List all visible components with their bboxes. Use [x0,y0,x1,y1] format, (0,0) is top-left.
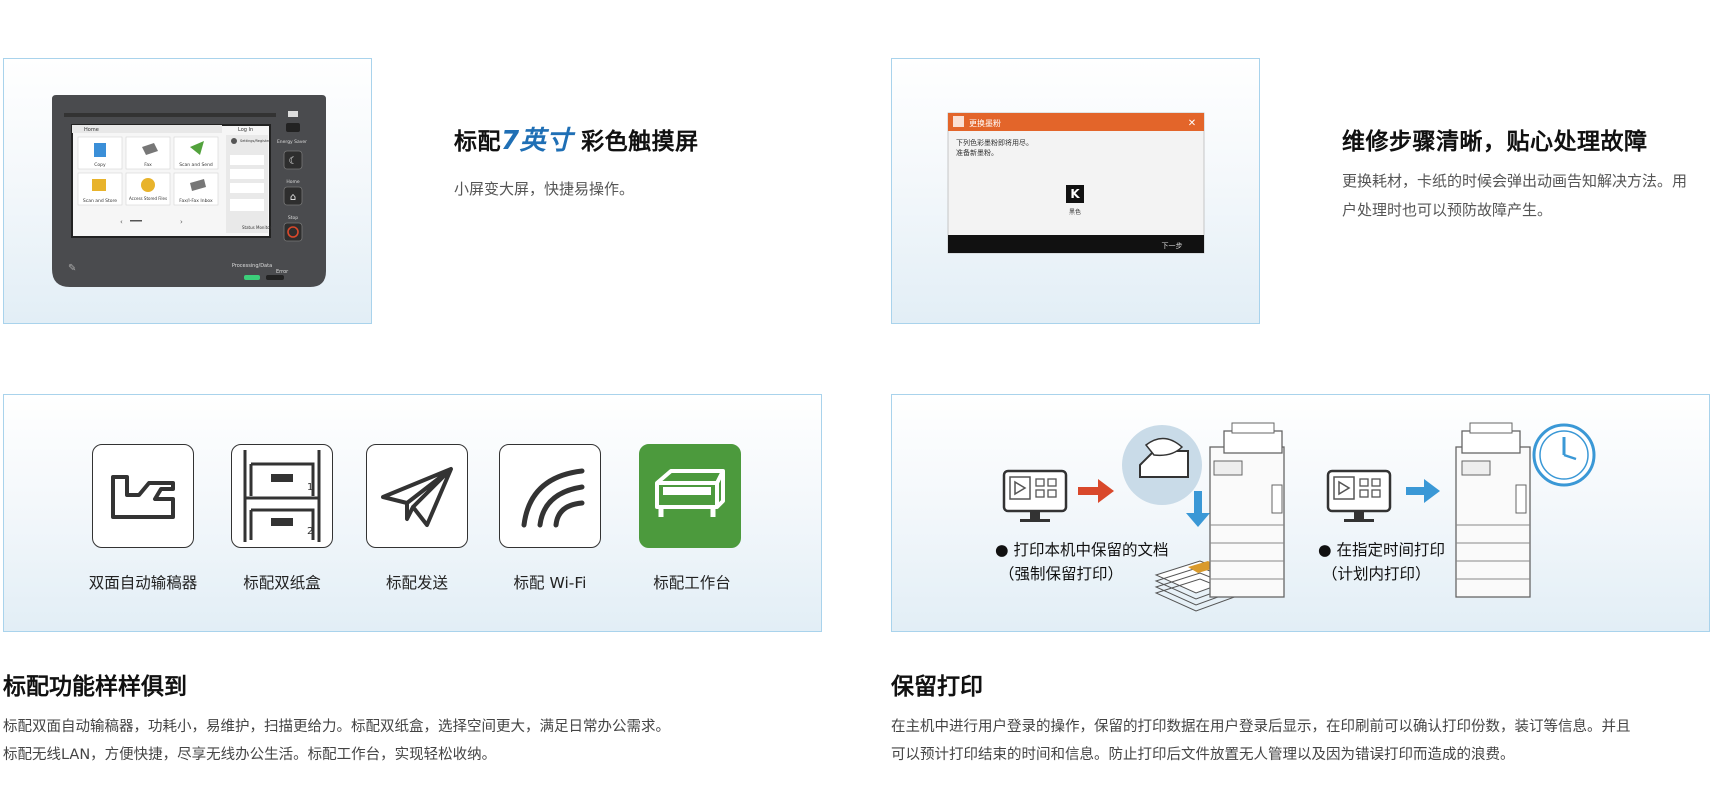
svg-text:1: 1 [307,482,313,493]
svg-text:Copy: Copy [94,162,106,168]
dialog-close-icon[interactable]: ✕ [1188,118,1196,129]
standard-features-title: 标配功能样样俱到 [3,674,187,700]
svg-text:准备新墨粉。: 准备新墨粉。 [956,148,998,157]
touchscreen-card: Home Log In Copy Fax Scan and Send Scan … [3,58,372,324]
svg-text:Stop: Stop [288,215,298,221]
clock-icon [1532,423,1596,487]
stored-files-icon [141,178,155,192]
warning-icon [953,116,964,127]
document-feeder-tile [92,444,194,548]
screen-prev-arrow: ‹ [120,218,123,226]
standard-features-description: 标配双面自动输稿器，功耗小，易维护，扫描更给力。标配双纸盒，选择空间更大，满足日… [3,719,670,763]
feature-label-cabinet: 标配工作台 [653,574,731,592]
svg-text:下列色彩墨粉即将用尽。: 下列色彩墨粉即将用尽。 [956,138,1033,147]
document-feeder-icon [111,475,175,519]
svg-text:Energy Saver: Energy Saver [277,139,307,145]
cabinet-tile [639,444,741,548]
svg-text:K: K [1070,187,1080,201]
screen-next-arrow: › [180,218,183,226]
settings-gear-icon [231,138,237,144]
hold-print-description: 在主机中进行用户登录的操作，保留的打印数据在用户登录后显示，在印刷前可以确认打印… [891,719,1631,763]
screen-login-label: Log In [238,127,253,133]
svg-text:Error: Error [276,269,289,275]
monitor-icon-2 [1326,469,1392,522]
printer-icon [1209,422,1285,598]
hold-print-label-1: ● 打印本机中保留的文档 （强制保留打印） [995,541,1169,583]
blue-right-arrow-icon [1406,479,1440,503]
feature-label-feeder: 双面自动输稿器 [88,574,198,592]
svg-text:Processing/Data: Processing/Data [232,263,272,269]
svg-text:Access Stored Files: Access Stored Files [129,196,167,201]
dialog-header-text: 更换墨粉 [969,118,1001,128]
svg-text:黑色: 黑色 [1069,208,1081,216]
touchscreen-title: 标配7英寸 彩色触摸屏 [454,126,699,156]
monitor-icon [1002,469,1068,522]
printer-icon-2 [1455,422,1531,598]
standard-features-card: 1 2 双面自动输稿器 标配双纸盒 标配发送 标配 Wi-Fi 标配工作台 [3,394,822,632]
maintenance-description: 更换耗材，卡纸的时候会弹出动画告知解决方法。用 户处理时也可以预防故障产生。 [1342,172,1688,219]
paper-cassette-icon: 1 2 [243,450,321,542]
wifi-tile [499,444,601,548]
blue-down-arrow-icon [1186,491,1210,527]
svg-text:Fax: Fax [144,162,152,168]
svg-text:Scan and Send: Scan and Send [179,162,213,168]
control-panel-image: Home Log In Copy Fax Scan and Send Scan … [52,95,326,287]
paper-cassette-tile: 1 2 [231,444,333,548]
hold-print-title: 保留打印 [891,674,983,700]
screen-home-label: Home [84,127,99,133]
hold-print-illustration [1002,422,1596,612]
red-arrow-icon [1078,479,1114,503]
svg-text:Home: Home [286,179,300,185]
svg-text:Scan and Store: Scan and Store [83,198,117,204]
svg-text:2: 2 [307,526,313,537]
scan-store-icon [92,179,106,191]
hold-print-label-2: ● 在指定时间打印 （计划内打印） [1318,541,1445,583]
wifi-icon [521,468,585,528]
maintenance-card: 更换墨粉 ✕ 下列色彩墨粉即将用尽。 准备新墨粉。 K 黑色 下一步 [891,58,1260,324]
copy-icon [94,143,106,157]
svg-text:Fax/I-Fax Inbox: Fax/I-Fax Inbox [179,198,213,204]
cabinet-icon [655,469,725,517]
pen-icon: ✎ [68,263,76,274]
dialog-next-button[interactable]: 下一步 [1162,242,1183,250]
toner-dialog-image: 更换墨粉 ✕ 下列色彩墨粉即将用尽。 准备新墨粉。 K 黑色 下一步 [947,112,1205,254]
touchscreen-description: 小屏变大屏，快捷易操作。 [454,180,635,198]
svg-text:⌂: ⌂ [290,192,296,203]
hold-print-card: ● 打印本机中保留的文档 （强制保留打印） ● 在指定时间打印 （计划内打印） [891,394,1710,632]
svg-text:☾: ☾ [289,156,298,167]
feature-label-wifi: 标配 Wi-Fi [513,574,587,592]
status-monitor-label: Status Monitor [242,225,272,230]
send-plane-icon [381,467,453,527]
maintenance-title: 维修步骤清晰，贴心处理故障 [1342,129,1648,155]
send-tile [366,444,468,548]
svg-text:Settings/Register: Settings/Register [240,139,271,143]
stop-button[interactable] [283,222,303,242]
